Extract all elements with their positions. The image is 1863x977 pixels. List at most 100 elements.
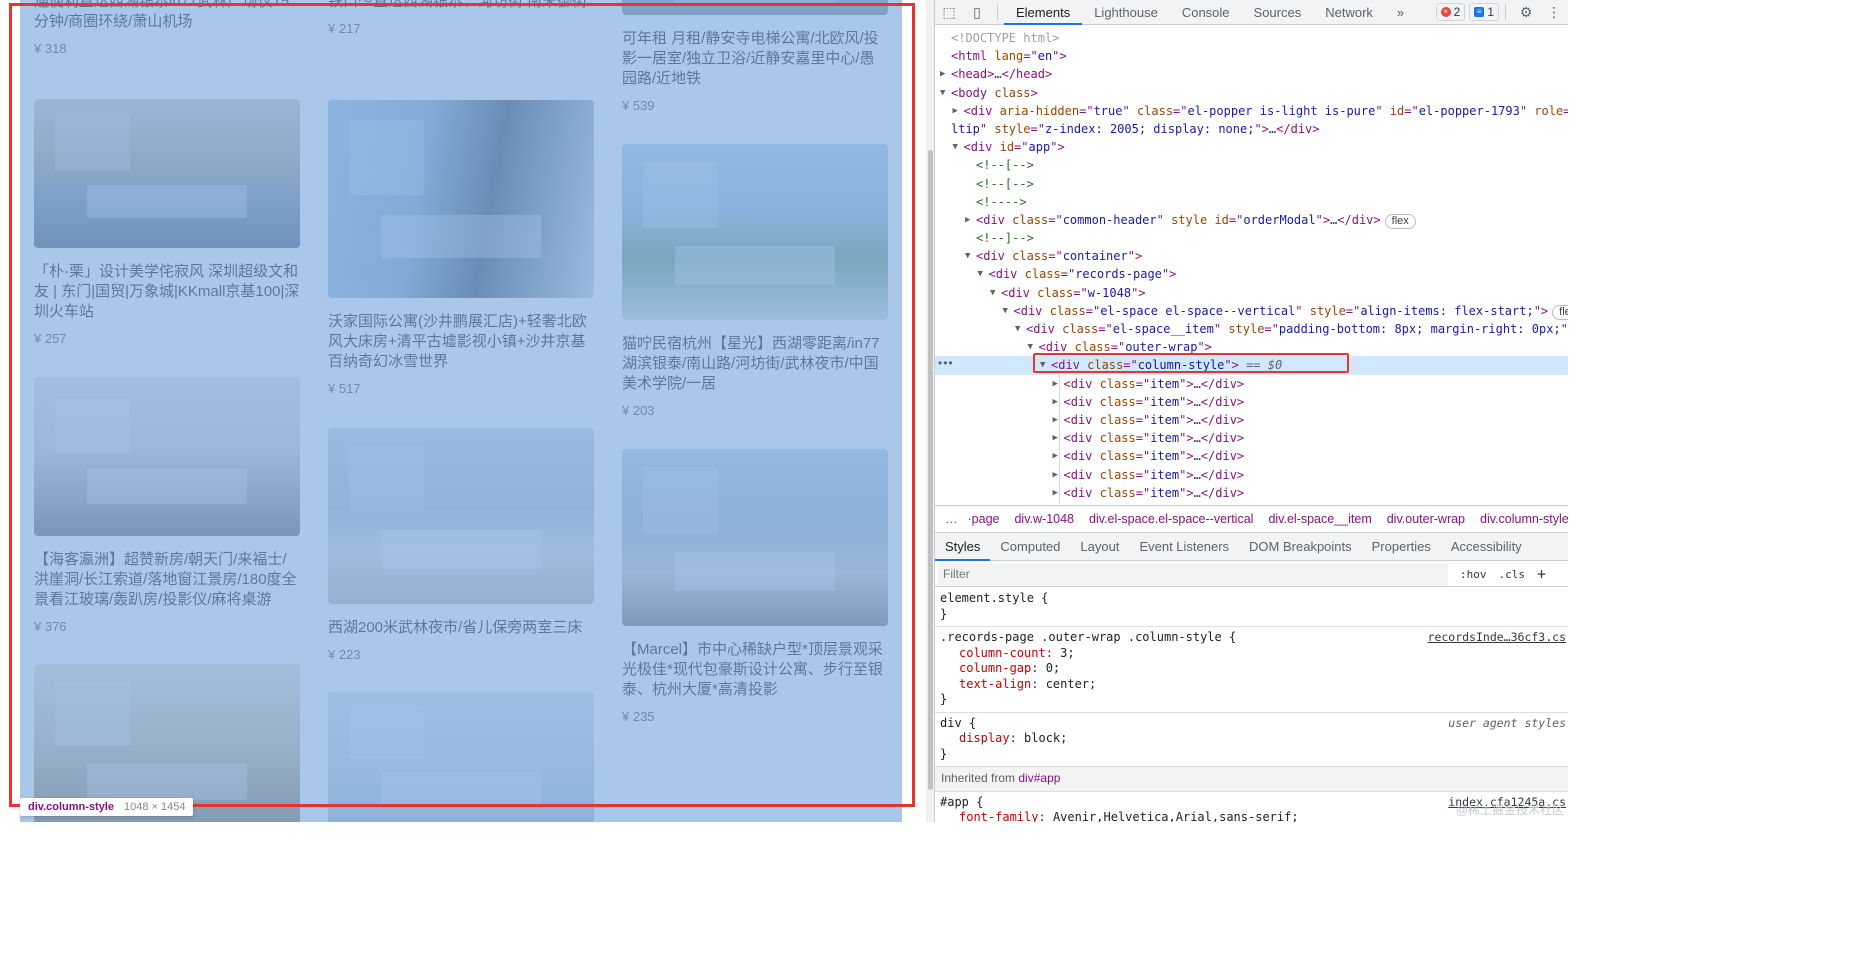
dom-token: z-index: 2005; display: none; xyxy=(1044,121,1255,136)
expand-arrow-icon[interactable]: ▼ xyxy=(1015,320,1020,338)
message-count-badge[interactable]: ≡ 1 xyxy=(1469,3,1499,21)
expand-arrow-icon[interactable]: ▶ xyxy=(965,211,970,229)
css-source-link[interactable]: recordsInde…36cf3.cs xyxy=(1428,630,1566,646)
inspect-element-icon[interactable]: ⬚ xyxy=(935,0,963,25)
dom-node-row[interactable]: ▶ <div class="item">…</div> xyxy=(935,484,1568,502)
dom-node-row[interactable]: <!--[--> xyxy=(935,175,1568,193)
dom-token: class xyxy=(1099,449,1136,464)
expand-arrow-icon[interactable]: ▶ xyxy=(1053,466,1058,484)
expand-arrow-icon[interactable]: ▼ xyxy=(1003,302,1008,320)
dom-node-row[interactable]: <!DOCTYPE html> xyxy=(935,29,1568,47)
dom-node-row[interactable]: ▼ <div class="w-1048"> xyxy=(935,284,1568,302)
styles-subtab-accessibility[interactable]: Accessibility xyxy=(1441,533,1532,561)
dom-node-row[interactable]: ▼ <div class="records-page"> xyxy=(935,265,1568,283)
node-actions-icon[interactable]: ••• xyxy=(938,356,954,370)
css-selector[interactable]: element.style { xyxy=(940,591,1564,607)
breadcrumb-item[interactable]: div.w-1048 xyxy=(1014,512,1074,526)
dom-token: "> xyxy=(1179,485,1194,500)
gear-icon[interactable]: ⚙ xyxy=(1512,0,1540,25)
dom-token: </div> xyxy=(1200,467,1245,482)
styles-subtab-layout[interactable]: Layout xyxy=(1070,533,1129,561)
hov-toggle[interactable]: :hov xyxy=(1460,568,1487,581)
more-tabs-icon[interactable]: » xyxy=(1385,0,1416,25)
dom-node-row[interactable]: ▶ <div class="item">…</div> xyxy=(935,411,1568,429)
styles-subtab-styles[interactable]: Styles xyxy=(935,533,991,561)
dom-node-row[interactable]: <!----> xyxy=(935,193,1568,211)
dom-token: </div> xyxy=(1200,376,1245,391)
breadcrumb-item[interactable]: ·page xyxy=(968,512,1000,526)
new-rule-button[interactable]: + xyxy=(1537,565,1546,583)
devtools-tab-network[interactable]: Network xyxy=(1313,0,1385,25)
expand-arrow-icon[interactable]: ▶ xyxy=(940,65,945,83)
expand-arrow-icon[interactable]: ▼ xyxy=(965,247,970,265)
devtools-tab-lighthouse[interactable]: Lighthouse xyxy=(1082,0,1170,25)
flex-badge[interactable]: flex xyxy=(1384,213,1416,229)
styles-filter-input[interactable] xyxy=(938,563,1448,585)
dom-node-row[interactable]: ▶ <div class="item">…</div> xyxy=(935,393,1568,411)
expand-arrow-icon[interactable]: ▶ xyxy=(1053,375,1058,393)
toolbar-divider xyxy=(997,4,998,20)
dom-node-row[interactable]: ltip" style="z-index: 2005; display: non… xyxy=(935,120,1568,138)
breadcrumb-item[interactable]: … xyxy=(945,512,958,526)
styles-subtab-properties[interactable]: Properties xyxy=(1362,533,1441,561)
css-property[interactable]: column-gap: 0; xyxy=(940,661,1564,677)
dom-node-row[interactable]: ▼ <div class="container"> xyxy=(935,247,1568,265)
dom-node-row[interactable]: ▶ <div class="item">…</div> xyxy=(935,466,1568,484)
page-scrollbar-thumb[interactable] xyxy=(928,150,933,790)
expand-arrow-icon[interactable]: ▶ xyxy=(1053,447,1058,465)
styles-subtab-dom-breakpoints[interactable]: DOM Breakpoints xyxy=(1239,533,1362,561)
breadcrumb-item[interactable]: div.el-space__item xyxy=(1268,512,1371,526)
css-colon: : xyxy=(1031,676,1046,691)
breadcrumb-item[interactable]: div.el-space.el-space--vertical xyxy=(1089,512,1253,526)
device-toolbar-icon[interactable]: ▯ xyxy=(963,0,991,25)
css-property[interactable]: display: block; xyxy=(940,731,1564,747)
dom-token: =" xyxy=(1023,49,1038,64)
dom-node-row[interactable]: ▼ <div class="el-space el-space--vertical… xyxy=(935,302,1568,320)
dom-node-row[interactable]: <html lang="en"> xyxy=(935,47,1568,65)
expand-arrow-icon[interactable]: ▼ xyxy=(940,84,945,102)
message-icon: ≡ xyxy=(1474,7,1485,17)
breadcrumb-item[interactable]: div.column-style xyxy=(1480,512,1568,526)
css-property[interactable]: column-count: 3; xyxy=(940,646,1564,662)
expand-arrow-icon[interactable]: ▶ xyxy=(1053,429,1058,447)
dom-node-row[interactable]: ▼ <div class="el-space__item" style="padd… xyxy=(935,320,1568,338)
dom-node-row[interactable]: ▶ <div class="item">…</div> xyxy=(935,429,1568,447)
css-rule-close: } xyxy=(940,746,948,761)
css-property[interactable]: text-align: center; xyxy=(940,677,1564,693)
dom-node-row[interactable]: <!--[--> xyxy=(935,156,1568,174)
dom-node-row[interactable]: ▶ <div class="item">…</div> xyxy=(935,447,1568,465)
dom-node-row[interactable]: ▶ <div class="common-header" style id="or… xyxy=(935,211,1568,229)
expand-arrow-icon[interactable]: ▼ xyxy=(953,138,958,156)
flex-badge[interactable]: fle xyxy=(1552,304,1568,320)
expand-arrow-icon[interactable]: ▶ xyxy=(1053,411,1058,429)
expand-arrow-icon[interactable]: ▶ xyxy=(953,102,958,120)
dom-node-row[interactable]: ▼ <body class> xyxy=(935,84,1568,102)
breadcrumb-item[interactable]: div.outer-wrap xyxy=(1387,512,1465,526)
devtools-tab-sources[interactable]: Sources xyxy=(1242,0,1314,25)
expand-arrow-icon[interactable]: ▶ xyxy=(1053,484,1058,502)
inspect-tooltip: div.column-style 1048 × 1454 xyxy=(20,798,194,816)
styles-subtab-event-listeners[interactable]: Event Listeners xyxy=(1129,533,1239,561)
dom-node-row[interactable]: <!--]--> xyxy=(935,229,1568,247)
dom-token: el-space el-space--vertical xyxy=(1100,303,1296,318)
devtools-tab-console[interactable]: Console xyxy=(1170,0,1242,25)
error-count-badge[interactable]: × 2 xyxy=(1435,3,1466,21)
devtools-tab-elements[interactable]: Elements xyxy=(1004,0,1083,25)
expand-arrow-icon[interactable]: ▼ xyxy=(990,284,995,302)
more-options-icon[interactable]: ⋮ xyxy=(1540,0,1568,25)
dom-node-row[interactable]: ▶ <div aria-hidden="true" class="el-poppe… xyxy=(935,102,1569,120)
dom-token: "> xyxy=(1254,121,1269,136)
styles-subtab-computed[interactable]: Computed xyxy=(990,533,1070,561)
dom-token: </div> xyxy=(1276,121,1320,136)
dom-node-row[interactable]: ▼ <div id="app"> xyxy=(935,138,1568,156)
expand-arrow-icon[interactable]: ▶ xyxy=(1053,393,1058,411)
expand-arrow-icon[interactable]: ▼ xyxy=(978,265,983,283)
dom-token: =" xyxy=(1135,467,1151,482)
dom-token: style xyxy=(994,121,1031,136)
dom-node-row[interactable]: ▶ <head>…</head> xyxy=(935,65,1568,83)
dom-token: lang xyxy=(994,49,1024,64)
inherited-from-link[interactable]: div#app xyxy=(1018,771,1060,785)
dom-node-row[interactable]: ▶ <div class="item">…</div> xyxy=(935,375,1568,393)
cls-toggle[interactable]: .cls xyxy=(1499,568,1526,581)
dom-token: id xyxy=(1214,212,1229,227)
